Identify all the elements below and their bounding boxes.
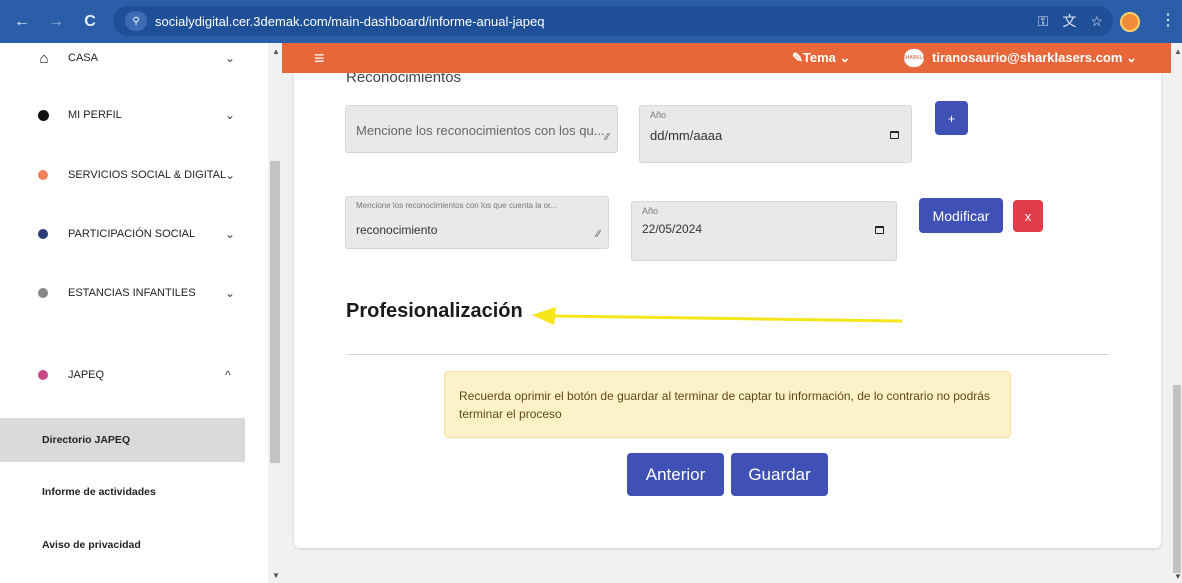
section-title-profesionalizacion: Profesionalización [346, 300, 523, 322]
scroll-up-icon[interactable]: ▲ [1174, 47, 1182, 56]
reload-icon[interactable]: C [76, 8, 104, 36]
field-label: Año [650, 110, 667, 120]
sidebar-item-label: ESTANCIAS INFANTILES [68, 287, 196, 299]
home-icon: ⌂ [39, 49, 49, 67]
key-icon[interactable]: ⚿ [1038, 13, 1049, 30]
site-info-icon[interactable]: ⚲ [125, 11, 147, 31]
sidebar-item-mi-perfil[interactable]: MI PERFIL ⌄ [0, 105, 268, 125]
chevron-down-icon[interactable]: ⌄ [225, 227, 235, 241]
save-button[interactable]: Guardar [731, 453, 828, 496]
sidebar-subitem-informe[interactable]: Informe de actividades [0, 470, 268, 514]
date-value: dd/mm/aaaa [650, 128, 723, 143]
modify-button[interactable]: Modificar [919, 198, 1003, 233]
user-menu[interactable]: tiranosaurio@sharklasers.com ⌄ [932, 50, 1137, 66]
calendar-icon[interactable] [875, 226, 884, 234]
calendar-icon[interactable] [890, 131, 899, 139]
previous-button[interactable]: Anterior [627, 453, 724, 496]
sidebar-subitem-directorio[interactable]: Directorio JAPEQ [0, 418, 245, 462]
chevron-up-icon[interactable]: ^ [225, 368, 231, 382]
recognition-input[interactable]: Mencione los reconocimientos con los que… [345, 196, 609, 249]
sidebar-item-japeq[interactable]: JAPEQ ^ [0, 365, 268, 385]
hamburger-menu-icon[interactable]: ≡ [314, 48, 325, 69]
japeq-icon [38, 370, 48, 380]
year-date-input[interactable]: Año dd/mm/aaaa [639, 105, 912, 163]
divider [346, 354, 1109, 355]
sidebar-item-casa[interactable]: ⌂ CASA ⌄ [0, 48, 268, 68]
date-value: 22/05/2024 [642, 222, 703, 236]
scroll-down-icon[interactable]: ▼ [272, 571, 280, 580]
sidebar-item-label: CASA [68, 52, 98, 64]
add-recognition-button[interactable]: + [935, 101, 968, 135]
chevron-down-icon[interactable]: ⌄ [225, 51, 235, 65]
chevron-down-icon[interactable]: ⌄ [225, 168, 235, 182]
childcare-icon [38, 288, 48, 298]
browser-menu-icon[interactable]: ⋮ [1160, 10, 1176, 30]
scroll-up-icon[interactable]: ▲ [272, 47, 280, 56]
resize-handle-icon[interactable]: ⁄⁄ [597, 229, 600, 240]
participation-icon [38, 229, 48, 239]
sidebar: ⌂ CASA ⌄ MI PERFIL ⌄ SERVICIOS SOCIAL & … [0, 43, 282, 583]
forward-icon[interactable]: → [42, 8, 70, 36]
sidebar-item-label: MI PERFIL [68, 109, 122, 121]
recognition-placeholder: Mencione los reconocimientos con los qu.… [356, 123, 605, 138]
sidebar-item-servicios[interactable]: SERVICIOS SOCIAL & DIGITAL ⌄ [0, 165, 268, 185]
delete-button[interactable]: x [1013, 200, 1043, 232]
recognition-input[interactable]: Mencione los reconocimientos con los qu.… [345, 105, 618, 153]
resize-handle-icon[interactable]: ⁄⁄ [606, 132, 609, 143]
recognition-value: reconocimiento [356, 223, 438, 237]
sidebar-scrollbar-thumb[interactable] [270, 161, 280, 463]
browser-toolbar: ← → C ⚲ socialydigital.cer.3demak.com/ma… [0, 0, 1182, 43]
section-heading: Reconocimientos [346, 73, 462, 86]
sidebar-item-participacion[interactable]: PARTICIPACIÓN SOCIAL ⌄ [0, 224, 268, 244]
chevron-down-icon[interactable]: ⌄ [225, 286, 235, 300]
sidebar-item-estancias[interactable]: ESTANCIAS INFANTILES ⌄ [0, 283, 268, 303]
theme-dropdown[interactable]: ✎Tema ⌄ [792, 50, 850, 66]
back-icon[interactable]: ← [8, 8, 36, 36]
user-icon [38, 109, 49, 121]
url-text[interactable]: socialydigital.cer.3demak.com/main-dashb… [155, 14, 544, 29]
save-reminder-alert: Recuerda oprimir el botón de guardar al … [444, 371, 1011, 438]
main-scrollbar-thumb[interactable] [1173, 385, 1181, 573]
translate-icon[interactable]: 文 [1062, 11, 1076, 31]
sidebar-item-label: PARTICIPACIÓN SOCIAL [68, 228, 196, 240]
field-label: Año [642, 206, 659, 216]
year-date-input[interactable]: Año 22/05/2024 [631, 201, 897, 261]
address-bar[interactable]: ⚲ socialydigital.cer.3demak.com/main-das… [113, 6, 1113, 36]
sidebar-item-label: SERVICIOS SOCIAL & DIGITAL [68, 169, 227, 181]
scroll-down-icon[interactable]: ▼ [1174, 572, 1182, 581]
annotation-arrow [532, 307, 903, 325]
chevron-down-icon[interactable]: ⌄ [225, 108, 235, 122]
sidebar-subitem-aviso[interactable]: Aviso de privacidad [0, 523, 268, 567]
field-label: Mencione los reconocimientos con los que… [356, 201, 558, 210]
sidebar-item-label: JAPEQ [68, 369, 105, 381]
avatar: SHARKLA [902, 49, 926, 67]
app-header: ≡ ✎Tema ⌄ SHARKLA tiranosaurio@sharklase… [282, 43, 1171, 73]
service-icon [38, 170, 48, 180]
star-icon[interactable]: ☆ [1090, 13, 1103, 30]
browser-profile-icon[interactable] [1120, 12, 1140, 32]
